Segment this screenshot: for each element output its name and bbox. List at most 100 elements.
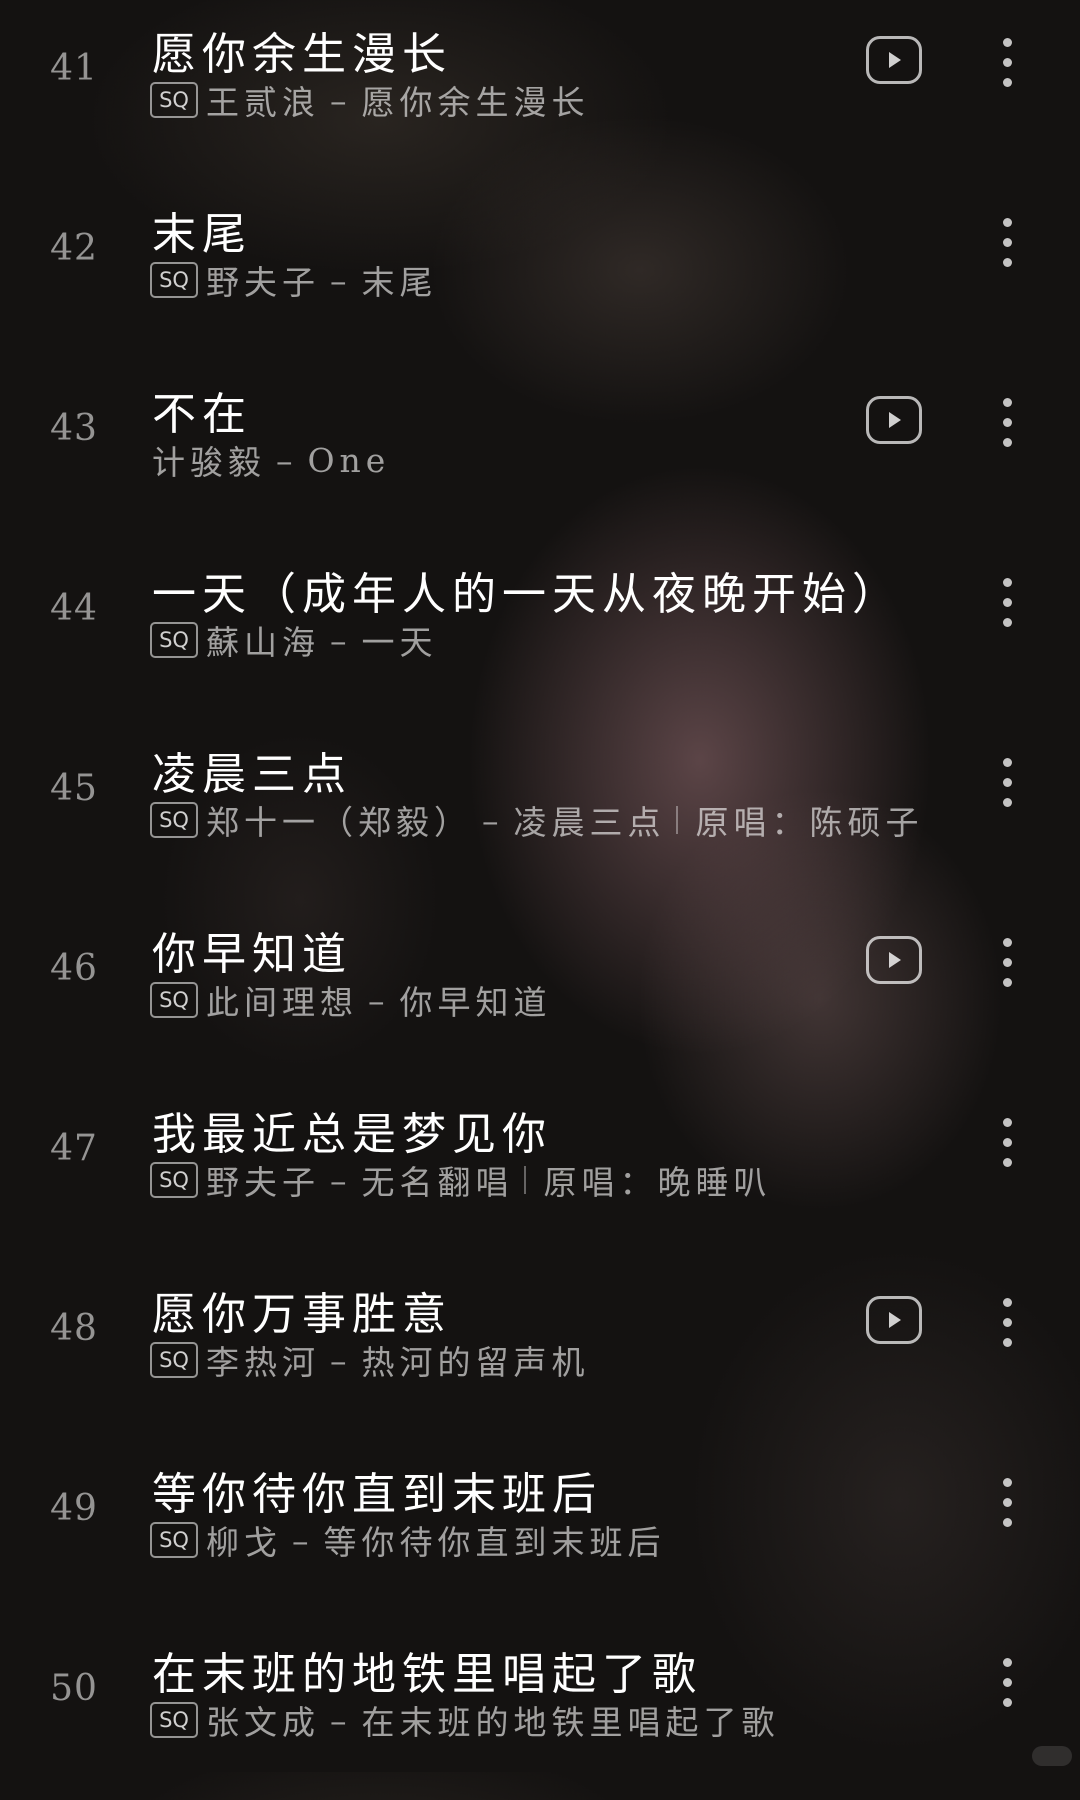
song-title: 一天（成年人的一天从夜晚开始） — [152, 569, 902, 620]
song-subtitle: SQ 郑十一（郑毅） – 凌晨三点 原唱：陈硕子 — [150, 798, 924, 842]
song-artist: 蘇山海 — [206, 623, 320, 662]
more-dot — [1003, 958, 1012, 967]
song-album: One — [307, 440, 391, 480]
more-dot — [1003, 1158, 1012, 1167]
more-dot — [1003, 1518, 1012, 1527]
more-dot — [1003, 78, 1012, 87]
more-vertical-icon[interactable] — [996, 1118, 1020, 1168]
sq-quality-badge: SQ — [150, 982, 198, 1018]
song-number: 42 — [50, 228, 98, 269]
separator: – — [330, 1160, 352, 1200]
sq-quality-badge: SQ — [150, 1702, 198, 1738]
original-singer: 原唱：晚睡叭 — [543, 1163, 772, 1202]
more-dot — [1003, 758, 1012, 767]
song-album: 你早知道 — [399, 983, 552, 1022]
more-dot — [1003, 1698, 1012, 1707]
song-row[interactable]: 49 等你待你直到末班后 SQ 柳戈 – 等你待你直到末班后 — [0, 1440, 1080, 1620]
more-vertical-icon[interactable] — [996, 938, 1020, 988]
song-artist: 柳戈 — [206, 1523, 282, 1562]
sq-quality-badge: SQ — [150, 1522, 198, 1558]
song-number: 44 — [50, 588, 98, 629]
play-video-icon[interactable] — [866, 936, 922, 984]
sq-quality-badge: SQ — [150, 622, 198, 658]
more-dot — [1003, 1298, 1012, 1307]
watermark — [1032, 1746, 1072, 1766]
song-artist: 此间理想 — [206, 983, 358, 1022]
more-dot — [1003, 1318, 1012, 1327]
more-vertical-icon[interactable] — [996, 218, 1020, 268]
separator: – — [276, 440, 298, 480]
song-album: 凌晨三点 — [513, 803, 666, 842]
song-artist: 野夫子 — [206, 263, 320, 302]
song-number: 47 — [50, 1128, 98, 1169]
play-video-icon[interactable] — [866, 36, 922, 84]
song-row[interactable]: 41 愿你余生漫长 SQ 王贰浪 – 愿你余生漫长 — [0, 0, 1080, 180]
more-dot — [1003, 258, 1012, 267]
more-dot — [1003, 1498, 1012, 1507]
divider — [523, 1166, 526, 1194]
song-row[interactable]: 44 一天（成年人的一天从夜晚开始） SQ 蘇山海 – 一天 — [0, 540, 1080, 720]
more-vertical-icon[interactable] — [996, 758, 1020, 808]
divider — [675, 806, 678, 834]
play-video-icon[interactable] — [866, 396, 922, 444]
song-title: 我最近总是梦见你 — [152, 1109, 552, 1160]
separator: – — [292, 1520, 314, 1560]
song-number: 41 — [50, 48, 98, 89]
song-subtitle: SQ 张文成 – 在末班的地铁里唱起了歌 — [150, 1698, 780, 1742]
song-title: 愿你余生漫长 — [152, 29, 452, 80]
separator: – — [330, 620, 352, 660]
song-subtitle: SQ 柳戈 – 等你待你直到末班后 — [150, 1518, 666, 1562]
song-subtitle: SQ 王贰浪 – 愿你余生漫长 — [150, 78, 590, 122]
sq-quality-badge: SQ — [150, 1162, 198, 1198]
song-title: 愿你万事胜意 — [152, 1289, 452, 1340]
more-dot — [1003, 1678, 1012, 1687]
song-subtitle: SQ 李热河 – 热河的留声机 — [150, 1338, 590, 1382]
sq-quality-badge: SQ — [150, 1342, 198, 1378]
more-vertical-icon[interactable] — [996, 398, 1020, 448]
more-vertical-icon[interactable] — [996, 1298, 1020, 1348]
song-album: 末尾 — [361, 263, 438, 302]
more-dot — [1003, 238, 1012, 247]
song-row[interactable]: 42 末尾 SQ 野夫子 – 末尾 — [0, 180, 1080, 360]
more-dot — [1003, 778, 1012, 787]
more-vertical-icon[interactable] — [996, 578, 1020, 628]
song-album: 在末班的地铁里唱起了歌 — [361, 1703, 780, 1742]
more-dot — [1003, 1138, 1012, 1147]
song-artist: 郑十一（郑毅） — [206, 803, 472, 842]
play-video-icon[interactable] — [866, 1296, 922, 1344]
more-dot — [1003, 578, 1012, 587]
song-subtitle: 计骏毅 – One — [152, 438, 391, 483]
more-vertical-icon[interactable] — [996, 1478, 1020, 1528]
more-dot — [1003, 418, 1012, 427]
song-row[interactable]: 50 在末班的地铁里唱起了歌 SQ 张文成 – 在末班的地铁里唱起了歌 — [0, 1620, 1080, 1800]
song-number: 46 — [50, 948, 98, 989]
more-vertical-icon[interactable] — [996, 1658, 1020, 1708]
song-album: 愿你余生漫长 — [361, 83, 590, 122]
song-row[interactable]: 43 不在 计骏毅 – One — [0, 360, 1080, 540]
separator: – — [330, 260, 352, 300]
song-album: 一天 — [361, 623, 438, 662]
more-dot — [1003, 618, 1012, 627]
song-album: 等你待你直到末班后 — [323, 1523, 666, 1562]
separator: – — [330, 1700, 352, 1740]
song-subtitle: SQ 此间理想 – 你早知道 — [150, 978, 552, 1022]
song-title: 在末班的地铁里唱起了歌 — [152, 1649, 702, 1700]
song-subtitle: SQ 野夫子 – 末尾 — [150, 258, 438, 302]
song-number: 45 — [50, 768, 98, 809]
song-number: 43 — [50, 408, 98, 449]
separator: – — [482, 800, 504, 840]
sq-quality-badge: SQ — [150, 262, 198, 298]
song-row[interactable]: 46 你早知道 SQ 此间理想 – 你早知道 — [0, 900, 1080, 1080]
more-vertical-icon[interactable] — [996, 38, 1020, 88]
song-row[interactable]: 48 愿你万事胜意 SQ 李热河 – 热河的留声机 — [0, 1260, 1080, 1440]
song-subtitle: SQ 蘇山海 – 一天 — [150, 618, 438, 662]
more-dot — [1003, 58, 1012, 67]
more-dot — [1003, 1658, 1012, 1667]
song-artist: 计骏毅 — [152, 443, 266, 482]
song-album: 热河的留声机 — [361, 1343, 590, 1382]
song-row[interactable]: 45 凌晨三点 SQ 郑十一（郑毅） – 凌晨三点 原唱：陈硕子 — [0, 720, 1080, 900]
song-row[interactable]: 47 我最近总是梦见你 SQ 野夫子 – 无名翻唱 原唱：晚睡叭 — [0, 1080, 1080, 1260]
original-singer: 原唱：陈硕子 — [695, 803, 924, 842]
song-title: 你早知道 — [152, 929, 352, 980]
song-title: 等你待你直到末班后 — [152, 1469, 602, 1520]
